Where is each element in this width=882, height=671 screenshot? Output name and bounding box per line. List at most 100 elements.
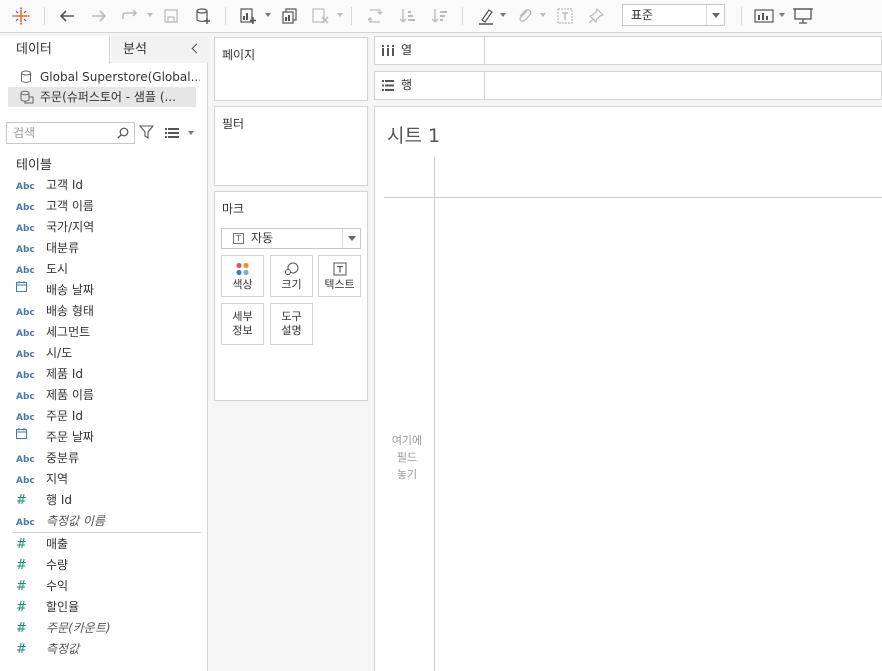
show-me-icon[interactable] [752, 4, 776, 28]
field-item[interactable]: Abc 시/도 [16, 343, 201, 364]
field-item[interactable]: Abc 도시 [16, 259, 201, 280]
field-item[interactable]: Abc 대분류 [16, 238, 201, 259]
row-divider-line [434, 157, 435, 671]
pin-icon[interactable] [584, 4, 608, 28]
duplicate-sheet-icon[interactable] [278, 4, 302, 28]
field-item[interactable]: # 주문(카운트) [16, 618, 201, 639]
string-type-icon: Abc [16, 392, 35, 402]
field-item[interactable]: Abc 제품 이름 [16, 385, 201, 406]
field-item[interactable]: Abc 세그먼트 [16, 322, 201, 343]
view-options-chevron-icon[interactable] [188, 131, 194, 135]
field-item[interactable]: 주문 날짜 [16, 427, 201, 448]
field-item[interactable]: 배송 날짜 [16, 280, 201, 301]
marks-card: 마크 T 자동 색상 크기 텍스트 세부 정보 도구 설명 [214, 191, 368, 401]
rows-shelf[interactable]: 행 [374, 71, 882, 100]
rows-shelf-label: 행 [375, 72, 485, 99]
string-type-icon: Abc [16, 413, 35, 423]
color-button[interactable]: 색상 [221, 255, 264, 297]
filter-icon[interactable] [139, 125, 154, 139]
new-worksheet-icon[interactable] [236, 4, 260, 28]
columns-shelf[interactable]: 열 [374, 36, 882, 65]
save-icon[interactable] [159, 4, 183, 28]
text-label-icon [333, 262, 346, 276]
number-type-icon: # [16, 621, 27, 636]
highlight-pen-icon[interactable] [474, 4, 498, 28]
replay-icon[interactable] [118, 4, 142, 28]
detail-button-line1: 세부 [232, 310, 253, 323]
undo-icon[interactable] [55, 4, 79, 28]
field-label: 주문 날짜 [46, 430, 94, 444]
field-item[interactable]: # 행 Id [16, 490, 201, 511]
sort-ascending-icon[interactable] [396, 4, 420, 28]
cards-column: 페이지 필터 마크 T 자동 색상 크기 텍스트 세부 정보 도구 설명 [209, 33, 374, 671]
divider [12, 532, 201, 533]
rows-label: 행 [401, 78, 413, 92]
datasource-item-selected[interactable]: 주문(슈퍼스토어 - 샘플 (... [8, 87, 196, 107]
attach-clip-icon[interactable] [512, 4, 536, 28]
datasource-label: 주문(슈퍼스토어 - 샘플 (... [40, 90, 176, 104]
datasource-item[interactable]: Global Superstore(Global... [8, 67, 200, 87]
drop-field-hint[interactable]: 여기에 필드 놓기 [385, 432, 429, 483]
chevron-down-icon [706, 5, 724, 25]
new-datasource-icon[interactable] [191, 4, 215, 28]
field-item[interactable]: Abc 지역 [16, 469, 201, 490]
size-button[interactable]: 크기 [270, 255, 313, 297]
field-item[interactable]: Abc 고객 이름 [16, 196, 201, 217]
field-label: 도시 [46, 262, 69, 276]
tooltip-button[interactable]: 도구 설명 [270, 303, 313, 345]
color-dots-icon [235, 262, 249, 276]
tableau-logo-icon[interactable] [9, 4, 33, 28]
chevron-down-icon [342, 229, 360, 248]
show-labels-icon[interactable] [553, 4, 577, 28]
sort-descending-icon[interactable] [428, 4, 452, 28]
field-label: 측정값 [46, 642, 80, 656]
joined-datasource-icon [20, 90, 34, 104]
field-label: 고객 이름 [46, 199, 94, 213]
search-input[interactable] [7, 123, 107, 143]
clear-sheet-icon[interactable] [308, 4, 332, 28]
fit-select-value: 표준 [631, 8, 654, 22]
tab-analysis[interactable]: 분석 [111, 36, 208, 63]
field-item[interactable]: Abc 고객 Id [16, 175, 201, 196]
label-button[interactable]: 텍스트 [318, 255, 361, 297]
field-label: 측정값 이름 [46, 514, 106, 528]
field-item[interactable]: # 할인율 [16, 597, 201, 618]
field-item[interactable]: Abc 측정값 이름 [16, 511, 201, 532]
data-pane: 데이터 분석 Global Superstore(Global... 주문(슈퍼… [0, 36, 208, 671]
field-label: 매출 [46, 537, 69, 551]
color-button-label: 색상 [232, 278, 253, 291]
search-box [6, 122, 135, 144]
collapse-pane-icon[interactable] [191, 43, 202, 54]
field-item[interactable]: # 수익 [16, 576, 201, 597]
field-label: 지역 [46, 472, 69, 486]
swap-rows-columns-icon[interactable] [363, 4, 387, 28]
columns-icon [382, 45, 394, 56]
string-type-icon: Abc [16, 329, 35, 339]
field-item[interactable]: Abc 배송 형태 [16, 301, 201, 322]
mark-type-select[interactable]: T 자동 [221, 228, 361, 249]
redo-icon[interactable] [87, 4, 111, 28]
string-type-icon: Abc [16, 518, 35, 528]
drop-hint-line2: 필드 [396, 451, 418, 464]
field-label: 대분류 [46, 241, 80, 255]
worksheet-view[interactable]: 시트 1 여기에 필드 놓기 [374, 106, 882, 671]
field-item[interactable]: Abc 제품 Id [16, 364, 201, 385]
tab-analysis-label: 분석 [123, 42, 147, 57]
view-list-icon[interactable] [165, 128, 179, 138]
field-item[interactable]: Abc 주문 Id [16, 406, 201, 427]
filters-card[interactable]: 필터 [214, 106, 368, 186]
string-type-icon: Abc [16, 245, 35, 255]
field-item[interactable]: Abc 국가/지역 [16, 217, 201, 238]
detail-button[interactable]: 세부 정보 [221, 303, 264, 345]
presentation-mode-icon[interactable] [791, 4, 815, 28]
field-label: 중분류 [46, 451, 80, 465]
field-item[interactable]: Abc 중분류 [16, 448, 201, 469]
pages-card[interactable]: 페이지 [214, 37, 368, 101]
tab-data[interactable]: 데이터 [0, 36, 110, 64]
field-item[interactable]: # 측정값 [16, 639, 201, 660]
sheet-title[interactable]: 시트 1 [387, 121, 440, 148]
drop-hint-line1: 여기에 [391, 434, 423, 447]
field-item[interactable]: # 매출 [16, 534, 201, 555]
field-item[interactable]: # 수량 [16, 555, 201, 576]
fit-select[interactable]: 표준 [622, 4, 725, 26]
